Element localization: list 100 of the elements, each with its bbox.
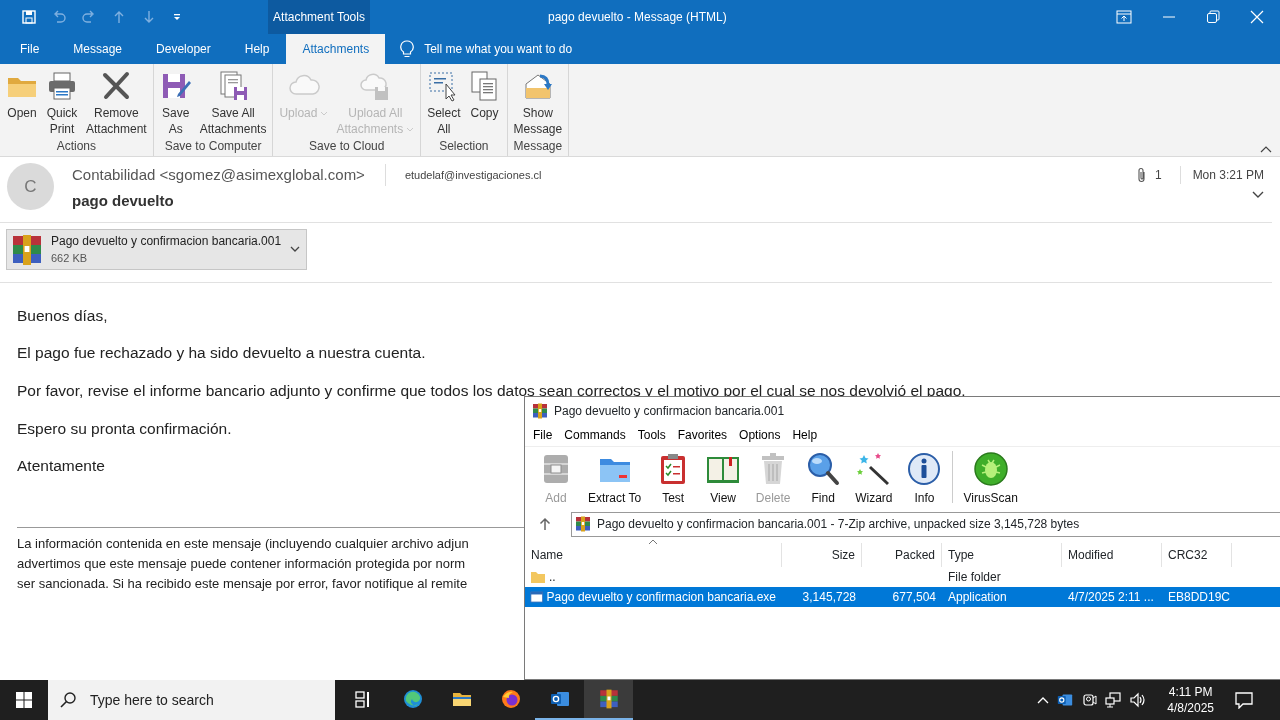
books-icon [11,233,43,266]
documents-floppy-icon [217,70,250,102]
test-button[interactable]: Test [648,451,699,507]
address-field[interactable]: Pago devuelto y confirmacion bancaria.001 - 7-Zip archive, unpacked size 3,145,728 bytes [571,511,1280,537]
ribbon-tab[interactable]: Help [227,34,287,64]
save-as-button[interactable]: Save As [155,70,196,137]
table-cell-text: Application [948,589,1007,606]
file-row[interactable]: .. File folder [525,567,1280,587]
taskbar-button[interactable] [584,680,633,720]
quick-print-button[interactable]: Quick Print [42,70,82,137]
table-cell-text: File folder [948,569,1001,586]
column-header[interactable]: CRC32 [1162,543,1232,567]
swirl-icon [402,689,423,709]
wizard-button[interactable]: Wizard [848,451,900,507]
clock-time[interactable]: 4:11 PM [1168,684,1213,700]
body-text: Buenos días, [17,305,108,326]
ribbon-tab[interactable]: File [3,34,57,64]
show-message-button[interactable]: Show Message [509,70,567,137]
disclaimer-text: ser sancionada. Si ha recibido este mensaje por error, favor notifique al remite [17,574,469,593]
table-cell-text: 677,504 [892,589,936,606]
avatar: C [7,163,54,210]
search-icon [805,451,842,487]
caret-icon[interactable] [290,246,300,253]
ribbon-display-icon[interactable] [1116,10,1132,24]
program-icon [530,590,544,604]
restore-icon[interactable] [1206,10,1220,24]
flame-globe-icon [500,689,521,709]
network-icon[interactable] [1105,692,1122,708]
windows-icon [16,692,32,708]
save-all-button[interactable]: Save All Attachments [195,70,271,137]
extract-button[interactable]: Extract To [581,451,649,507]
file-row[interactable]: Pago devuelto y confirmacion bancaria.exe 3,145,728 677,504 Application 4/7/2025 2:11 ... EB8DD19C [525,587,1280,607]
search-box[interactable]: Type here to search [48,680,335,720]
context-tab-group: Attachment Tools [268,0,370,34]
select-all-button[interactable]: Select All [423,70,465,137]
group-label: Save to Computer [164,138,262,155]
menu-item[interactable]: Commands [558,426,632,444]
books-icon [598,689,619,709]
subject: pago devuelto [72,191,175,211]
column-header[interactable]: Packed [862,543,942,567]
copy-button[interactable]: Copy [464,70,505,121]
up-arrow-icon[interactable] [539,517,551,531]
camera-icon[interactable] [1081,692,1098,708]
group-label: Actions [56,138,97,155]
sender: Contabilidad <sgomez@asimexglobal.com> [72,163,386,187]
open-button[interactable]: Open [2,70,42,121]
table-cell-text: 4/7/2025 2:11 ... [1068,589,1154,606]
view-button[interactable]: View [698,451,749,507]
column-header[interactable]: Size [782,543,862,567]
books-icon [575,516,591,532]
save-icon[interactable] [21,9,37,25]
remove-attachment-button[interactable]: Remove Attachment [82,70,151,137]
clock-date[interactable]: 4/8/2025 [1167,700,1214,716]
magic-wand-icon [855,451,892,487]
column-header[interactable]: Modified [1062,543,1162,567]
find-button[interactable]: Find [798,451,849,507]
ribbon-tab[interactable]: Message [56,34,140,64]
archive-window-title: Pago devuelto y confirmacion bancaria.001 [554,402,785,420]
paperclip-icon [1136,167,1147,183]
printer-icon [46,70,78,102]
table-cell-text: Pago devuelto y confirmacion bancaria.exe [546,589,776,606]
notification-icon[interactable] [1234,691,1254,709]
menu-item[interactable]: Tools [631,426,672,444]
virusscan-button[interactable]: VirusScan [956,451,1025,507]
column-header[interactable]: Name [525,543,782,567]
ribbon-tab[interactable]: Attachments [286,34,386,64]
body-text: El pago fue rechazado y ha sido devuelto a nuestra cuenta. [17,343,426,364]
folder-icon [530,570,546,584]
menu-item[interactable]: Favorites [671,426,734,444]
menu-item[interactable]: File [527,426,559,444]
volume-icon[interactable] [1129,692,1148,708]
disclaimer-text: La información contenida en este mensaje (incluyendo cualquier archivo adjun [17,534,470,553]
recipient: etudelaf@investigaciones.cl [403,167,542,183]
attachment-count: 1 [1154,166,1181,184]
group-label: Selection [439,138,489,155]
chevron-up-icon[interactable] [1037,696,1050,704]
close-icon[interactable] [1250,10,1264,24]
tell-me-field[interactable]: Tell me what you want to do [424,40,573,58]
search-field[interactable]: Type here to search [88,688,318,712]
collapse-ribbon-icon[interactable] [1260,145,1272,153]
attachment-name: Pago devuelto y confirmacion bancaria.001 [51,233,282,251]
menu-item[interactable]: Options [733,426,787,444]
info-button[interactable]: Info [899,451,950,507]
group-label: Save to Cloud [309,138,385,155]
info-icon [906,451,943,487]
body-text: Espero su pronta confirmación. [17,418,232,439]
mail-app-icon[interactable] [1057,692,1074,708]
column-header[interactable]: Type [942,543,1062,567]
books-icon [532,402,548,419]
sent-time: Mon 3:21 PM [1192,167,1264,184]
menu-item[interactable]: Help [786,426,824,444]
ribbon-tab[interactable]: Developer [139,34,228,64]
attachment-chip[interactable]: Pago devuelto y confirmacion bancaria.001 662 KB [6,229,307,270]
window-title: pago devuelto - Message (HTML) [547,9,728,26]
bug-icon [972,451,1009,487]
body-text: Atentamente [17,456,105,477]
expand-icon[interactable] [1252,191,1264,199]
table-cell-text: 3,145,728 [802,589,856,606]
search-icon [60,692,76,708]
sort-icon [648,539,658,545]
